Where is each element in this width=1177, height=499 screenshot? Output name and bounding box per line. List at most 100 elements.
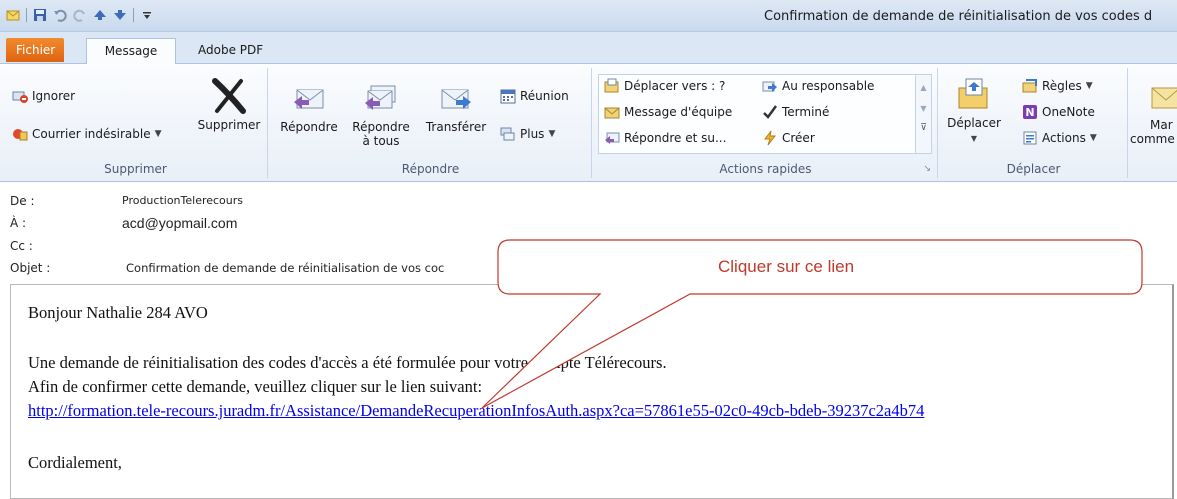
mark-label-2: comme [1130, 132, 1175, 146]
ignore-button[interactable]: Ignorer [12, 88, 75, 104]
quickstep-move-to-label: Déplacer vers : ? [624, 79, 726, 93]
gallery-up-icon[interactable]: ▲ [916, 83, 931, 92]
quickstep-move-to[interactable]: Déplacer vers : ? [604, 78, 725, 94]
group-actions-rapides: Déplacer vers : ? Message d'équipe Répon… [594, 68, 938, 178]
closing-text: Cordialement, [28, 453, 122, 472]
quickstep-done[interactable]: Terminé [762, 104, 829, 120]
forward-label: Transférer [425, 120, 487, 134]
svg-text:N: N [1025, 106, 1034, 119]
chevron-down-icon: ▼ [154, 129, 162, 139]
tab-adobe-pdf[interactable]: Adobe PDF [188, 38, 273, 64]
more-button[interactable]: Plus ▼ [500, 126, 555, 142]
quickstep-reply-delete-label: Répondre et su... [624, 131, 727, 145]
save-icon[interactable] [33, 8, 47, 22]
undo-icon[interactable] [53, 8, 67, 22]
team-mail-icon [604, 107, 620, 119]
junk-mail-label: Courrier indésirable [32, 127, 151, 141]
junk-mail-button[interactable]: Courrier indésirable ▼ [12, 126, 162, 142]
reply-all-label-1: Répondre [352, 120, 410, 134]
onenote-label: OneNote [1042, 105, 1095, 119]
subject-label: Objet : [10, 261, 51, 275]
reply-delete-icon [605, 132, 620, 144]
confirmation-link[interactable]: http://formation.tele-recours.juradm.fr/… [28, 401, 924, 421]
tab-fichier[interactable]: Fichier [6, 38, 64, 62]
meeting-button[interactable]: Réunion [500, 88, 569, 104]
window-title: Confirmation de demande de réinitialisat… [764, 9, 1153, 24]
ribbon-tabs: Fichier Message Adobe PDF [0, 32, 1177, 64]
tab-message[interactable]: Message [86, 38, 176, 64]
calendar-icon [500, 89, 516, 104]
move-label: Déplacer [947, 116, 1001, 130]
ignore-label: Ignorer [32, 89, 76, 103]
chevron-down-icon: ▼ [548, 129, 556, 139]
move-button[interactable]: Déplacer ▼ [942, 76, 1006, 146]
mark-unread-button[interactable]: Mar comme [1130, 78, 1177, 146]
to-manager-icon [762, 81, 777, 92]
mail-icon [6, 10, 20, 21]
quickstep-team-message[interactable]: Message d'équipe [604, 104, 732, 120]
lightning-icon [764, 130, 777, 146]
forward-button[interactable]: Transférer [420, 80, 492, 134]
quickstep-reply-delete[interactable]: Répondre et su... [604, 130, 726, 146]
quickstep-to-manager-label: Au responsable [782, 79, 875, 93]
body-line-2: Afin de confirmer cette demande, veuille… [28, 377, 483, 396]
chevron-down-icon: ▼ [1085, 81, 1093, 91]
group-label-repondre: Répondre [401, 162, 460, 176]
onenote-icon: N [1023, 105, 1037, 119]
onenote-button[interactable]: N OneNote [1022, 104, 1095, 120]
chevron-down-icon: ▼ [970, 134, 978, 143]
more-respond-icon [500, 127, 515, 141]
group-label-actions-rapides: Actions rapides [719, 162, 812, 176]
to-label: À : [10, 216, 27, 230]
rules-button[interactable]: Règles ▼ [1022, 78, 1093, 94]
quickstep-create[interactable]: Créer [762, 130, 815, 146]
redo-icon[interactable] [73, 8, 87, 22]
arrow-down-icon[interactable] [113, 8, 127, 22]
from-value[interactable]: ProductionTelerecours [122, 194, 243, 207]
reply-label: Répondre [280, 120, 338, 134]
quickstep-to-manager[interactable]: Au responsable [762, 78, 874, 94]
reply-icon [294, 89, 324, 109]
ribbon: Ignorer Courrier indésirable ▼ Supprimer… [0, 64, 1177, 182]
to-value[interactable]: acd@yopmail.com [122, 215, 237, 231]
actions-button[interactable]: Actions ▼ [1022, 130, 1097, 146]
group-repondre: Répondre Répondre à tous Transférer Réun… [270, 68, 592, 178]
message-body: Bonjour Nathalie 284 AVO Une demande de … [10, 284, 1174, 499]
callout-text: Cliquer sur ce lien [718, 257, 855, 276]
from-label: De : [10, 194, 35, 208]
gallery-scroll[interactable]: ▲ ▼ ⊽ [916, 74, 932, 154]
chevron-down-icon: ▼ [1089, 133, 1097, 143]
quick-access-toolbar [6, 8, 154, 22]
ignore-icon [12, 91, 28, 103]
reply-button[interactable]: Répondre [276, 80, 342, 134]
gallery-down-icon[interactable]: ▼ [916, 104, 931, 113]
group-label-supprimer: Supprimer [104, 162, 167, 176]
reply-all-icon [365, 85, 396, 110]
rules-label: Règles [1042, 79, 1082, 93]
move-folder-icon [958, 78, 988, 109]
meeting-label: Réunion [520, 89, 569, 103]
reply-all-button[interactable]: Répondre à tous [342, 80, 420, 148]
quickstep-done-label: Terminé [782, 105, 830, 119]
greeting-text: Bonjour Nathalie 284 AVO [28, 303, 208, 322]
mark-envelope-icon [1151, 87, 1177, 109]
quickstep-team-message-label: Message d'équipe [624, 105, 733, 119]
actions-icon [1023, 131, 1037, 145]
group-supprimer: Ignorer Courrier indésirable ▼ Supprimer… [4, 68, 268, 178]
actions-label: Actions [1042, 131, 1086, 145]
checkmark-icon [763, 105, 778, 119]
group-label-deplacer: Déplacer [1006, 162, 1061, 176]
title-bar: Confirmation de demande de réinitialisat… [0, 0, 1177, 32]
reply-all-label-2: à tous [362, 134, 400, 148]
quickstep-create-label: Créer [782, 131, 815, 145]
dialog-launcher-icon[interactable]: ↘ [923, 164, 931, 174]
move-to-folder-icon [604, 78, 619, 93]
rules-icon [1022, 79, 1037, 93]
delete-button[interactable]: Supprimer [194, 78, 264, 132]
customize-toolbar-icon[interactable] [140, 8, 154, 22]
arrow-up-icon[interactable] [93, 8, 107, 22]
subject-value: Confirmation de demande de réinitialisat… [126, 261, 445, 275]
forward-icon [441, 89, 471, 109]
delete-label: Supprimer [197, 118, 261, 132]
gallery-expand-icon[interactable]: ⊽ [916, 123, 931, 133]
